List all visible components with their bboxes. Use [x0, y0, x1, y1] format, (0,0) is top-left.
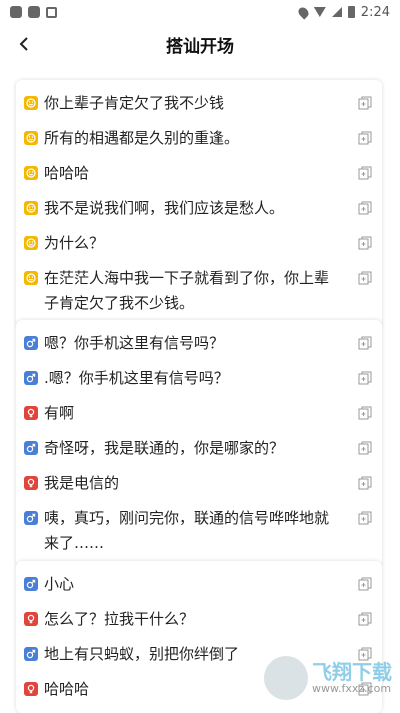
male-icon [26, 338, 36, 348]
copy-icon[interactable] [358, 406, 372, 420]
speaker-badge [24, 236, 38, 250]
dialogue-card: 你上辈子肯定欠了我不少钱 所有的相遇都是久别的重逢。 哈哈哈我不是说我们啊，我们应该… [16, 80, 382, 327]
smiley-icon [26, 273, 36, 283]
dialogue-text: 地上有只蚂蚁，别把你绊倒了 [44, 645, 240, 663]
notification-icon [28, 6, 40, 18]
dialogue-line: 怎么了？拉我干什么？ [16, 602, 382, 637]
wifi-icon [313, 7, 326, 17]
copy-icon[interactable] [358, 96, 372, 110]
speaker-badge [24, 96, 38, 110]
speaker-badge [24, 511, 38, 525]
location-icon [296, 4, 311, 20]
dialogue-line: 小心 [16, 567, 382, 602]
male-icon [26, 579, 36, 589]
dialogue-line: 在茫茫人海中我一下子就看到了你，你上辈子肯定欠了我不少钱。 [16, 261, 382, 321]
copy-icon[interactable] [358, 201, 372, 215]
dialogue-text: 你上辈子肯定欠了我不少钱 [44, 94, 225, 112]
male-icon [26, 443, 36, 453]
dialogue-text: 咦，真巧，刚问完你，联通的信号哗哗地就来了…… [44, 509, 330, 552]
dialogue-line: 我是电信的 [16, 466, 382, 501]
dialogue-text: 我不是说我们啊，我们应该是愁人。 [44, 199, 285, 217]
copy-icon[interactable] [358, 236, 372, 250]
dialogue-line: 所有的相遇都是久别的重逢。 [16, 121, 382, 156]
speaker-badge [24, 166, 38, 180]
signal-icon [331, 7, 342, 17]
male-icon [26, 373, 36, 383]
watermark-url: www.fxxz.com [312, 681, 392, 695]
watermark-title: 飞翔下载 [312, 659, 392, 684]
top-bar: 搭讪开场 [0, 28, 400, 60]
copy-icon[interactable] [358, 612, 372, 626]
chevron-left-icon [19, 37, 28, 51]
dialogue-text: 有啊 [44, 404, 75, 422]
dialogue-text: 哈哈哈 [44, 680, 90, 698]
copy-icon[interactable] [358, 166, 372, 180]
male-icon [26, 649, 36, 659]
dialogue-line: 哈哈哈 [16, 156, 382, 191]
dialogue-line: .嗯？你手机这里有信号吗？ [16, 361, 382, 396]
dialogue-text: 我是电信的 [44, 474, 120, 492]
dialogue-text: 在茫茫人海中我一下子就看到了你，你上辈子肯定欠了我不少钱。 [44, 269, 330, 312]
copy-icon[interactable] [358, 371, 372, 385]
female-icon [27, 614, 35, 624]
dialogue-text: 奇怪呀，我是联通的，你是哪家的？ [44, 439, 285, 457]
status-bar: 2:24 [0, 0, 400, 24]
dialogue-line: 你上辈子肯定欠了我不少钱 [16, 86, 382, 121]
page-title: 搭讪开场 [166, 36, 234, 57]
female-icon [27, 408, 35, 418]
male-icon [26, 513, 36, 523]
smiley-icon [26, 168, 36, 178]
dialogue-line: 为什么？ [16, 226, 382, 261]
dialogue-text: 怎么了？拉我干什么？ [44, 610, 195, 628]
speaker-badge [24, 271, 38, 285]
dialogue-text: 为什么？ [44, 234, 105, 252]
dialogue-line: 我不是说我们啊，我们应该是愁人。 [16, 191, 382, 226]
dialogue-text: 小心 [44, 575, 75, 593]
dialogue-text: .嗯？你手机这里有信号吗？ [44, 369, 229, 387]
copy-icon[interactable] [358, 511, 372, 525]
smiley-icon [26, 98, 36, 108]
copy-icon[interactable] [358, 577, 372, 591]
speaker-badge [24, 612, 38, 626]
watermark-logo-icon [264, 656, 308, 700]
notification-icon [10, 6, 22, 18]
notification-icon [46, 6, 57, 18]
dialogue-line: 有啊 [16, 396, 382, 431]
copy-icon[interactable] [358, 441, 372, 455]
smiley-icon [26, 203, 36, 213]
speaker-badge [24, 577, 38, 591]
dialogue-line: 奇怪呀，我是联通的，你是哪家的？ [16, 431, 382, 466]
speaker-badge [24, 371, 38, 385]
female-icon [27, 684, 35, 694]
smiley-icon [26, 133, 36, 143]
copy-icon[interactable] [358, 131, 372, 145]
copy-icon[interactable] [358, 336, 372, 350]
speaker-badge [24, 406, 38, 420]
dialogue-text: 嗯？你手机这里有信号吗？ [44, 334, 225, 352]
status-right-icons: 2:24 [296, 4, 390, 20]
speaker-badge [24, 682, 38, 696]
speaker-badge [24, 441, 38, 455]
copy-icon[interactable] [358, 476, 372, 490]
speaker-badge [24, 476, 38, 490]
speaker-badge [24, 131, 38, 145]
watermark: 飞翔下载 www.fxxz.com [264, 656, 392, 700]
battery-icon [347, 6, 355, 18]
copy-icon[interactable] [358, 271, 372, 285]
back-button[interactable] [12, 32, 36, 56]
female-icon [27, 478, 35, 488]
dialogue-line: 咦，真巧，刚问完你，联通的信号哗哗地就来了…… [16, 501, 382, 561]
status-time: 2:24 [360, 4, 390, 20]
dialogue-text: 哈哈哈 [44, 164, 90, 182]
speaker-badge [24, 336, 38, 350]
dialogue-card: 嗯？你手机这里有信号吗？ .嗯？你手机这里有信号吗？ 有啊奇怪呀，我是联通的，你是哪… [16, 320, 382, 567]
dialogue-line: 嗯？你手机这里有信号吗？ [16, 326, 382, 361]
speaker-badge [24, 647, 38, 661]
dialogue-text: 所有的相遇都是久别的重逢。 [44, 129, 240, 147]
smiley-icon [26, 238, 36, 248]
status-left-icons [10, 6, 57, 18]
speaker-badge [24, 201, 38, 215]
